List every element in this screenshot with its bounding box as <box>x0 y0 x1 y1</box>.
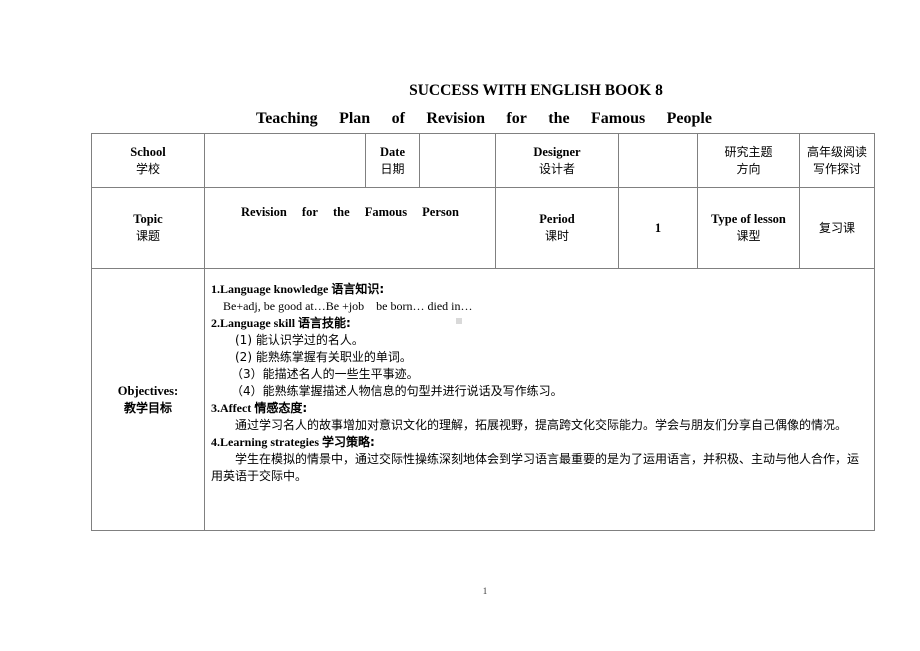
school-label-en: School <box>130 144 166 159</box>
date-label-zh: 日期 <box>380 161 405 176</box>
plan-title-word: People <box>666 110 712 127</box>
lesson-type-label-cell: Type of lesson 课型 <box>697 187 800 269</box>
objectives-label-cell: Objectives: 教学目标 <box>91 268 205 531</box>
topic-word: Famous <box>364 205 408 219</box>
date-label-en: Date <box>380 144 405 159</box>
strategy-heading-en: 4.Learning strategies <box>211 435 322 449</box>
period-label-en: Period <box>539 212 575 226</box>
lesson-type-label-zh: 课型 <box>736 229 761 243</box>
skill-item: （3）能描述名人的一些生平事迹。 <box>231 367 419 381</box>
affect-heading-en: 3.Affect <box>211 401 255 415</box>
skill-item: （4）能熟练掌握描述人物信息的句型并进行说话及写作练习。 <box>231 384 563 398</box>
strategy-heading: 4.Learning strategies 学习策略: <box>211 434 868 451</box>
topic-word: for <box>301 205 318 219</box>
skill-item: (1) 能认识学过的名人。 <box>235 333 364 347</box>
school-value-cell[interactable] <box>204 133 366 188</box>
skill-heading: 2.Language skill 语言技能: <box>211 315 868 332</box>
strategy-heading-zh: 学习策略: <box>321 435 375 449</box>
topic-label-cell: Topic 课题 <box>91 187 205 269</box>
skill-item: (2) 能熟练掌握有关职业的单词。 <box>235 350 412 364</box>
book-title: SUCCESS WITH ENGLISH BOOK 8 <box>409 82 663 99</box>
research-label-cell: 研究主题 方向 <box>697 133 800 188</box>
objectives-content-cell: 1.Language knowledge 语言知识: Be+adj, be go… <box>204 268 875 531</box>
designer-label-cell: Designer 设计者 <box>495 133 619 188</box>
topic-label-zh: 课题 <box>135 229 160 243</box>
period-label-zh: 课时 <box>544 229 569 243</box>
topic-word: the <box>332 205 350 219</box>
period-value-cell: 1 <box>618 187 698 269</box>
topic-value-cell: Revision for the Famous Person <box>204 187 496 269</box>
topic-value: Revision for the Famous Person <box>241 204 459 221</box>
date-value-cell[interactable] <box>419 133 496 188</box>
affect-heading-zh: 情感态度: <box>254 401 308 415</box>
plan-title-word: Revision <box>426 110 485 127</box>
objectives-label-zh: 教学目标 <box>123 400 172 415</box>
knowledge-text: Be+adj, be good at…Be +job be born… died… <box>223 299 473 313</box>
knowledge-heading-en: 1.Language knowledge <box>211 282 332 296</box>
table-row-objectives: Objectives: 教学目标 1.Language knowledge 语言… <box>91 268 875 531</box>
school-label-zh: 学校 <box>135 161 160 176</box>
plan-title-word: the <box>548 110 570 127</box>
strategy-text: 学生在模拟的情景中，通过交际性操练深刻地体会到学习语言最重要的是为了运用语言，并… <box>211 452 860 483</box>
plan-title: Teaching Plan of Revision for the Famous… <box>256 110 712 128</box>
plan-title-word: for <box>506 110 527 127</box>
placeholder-marker <box>456 318 462 324</box>
lesson-type-label-en: Type of lesson <box>711 212 786 226</box>
research-label-line2: 方向 <box>736 161 761 176</box>
table-row-topic: Topic 课题 Revision for the Famous Person … <box>91 187 875 269</box>
research-value-cell: 高年级阅读写作探讨 <box>799 133 875 188</box>
date-label-cell: Date 日期 <box>365 133 420 188</box>
school-label-cell: School 学校 <box>91 133 205 188</box>
designer-label-zh: 设计者 <box>538 161 575 176</box>
affect-heading: 3.Affect 情感态度: <box>211 400 868 417</box>
plan-title-word: of <box>391 110 405 127</box>
designer-value-cell[interactable] <box>618 133 698 188</box>
page-number: 1 <box>482 586 488 596</box>
teaching-plan-table: School 学校 Date 日期 Designer 设计者 研究主题 方向 高… <box>91 133 875 531</box>
plan-title-word: Teaching <box>256 110 318 127</box>
skill-heading-zh: 语言技能: <box>298 316 351 330</box>
skill-heading-en: 2.Language skill <box>211 316 299 330</box>
knowledge-heading: 1.Language knowledge 语言知识: <box>211 281 868 298</box>
topic-word: Revision <box>241 205 287 219</box>
lesson-type-value-cell: 复习课 <box>799 187 875 269</box>
plan-title-word: Plan <box>339 110 371 127</box>
objectives-label-en: Objectives: <box>117 383 179 398</box>
topic-word: Person <box>422 205 459 219</box>
affect-text: 通过学习名人的故事增加对意识文化的理解，拓展视野，提高跨文化交际能力。学会与朋友… <box>235 418 848 432</box>
knowledge-heading-zh: 语言知识: <box>331 282 385 296</box>
plan-title-word: Famous <box>590 110 646 127</box>
topic-label-en: Topic <box>133 212 163 226</box>
period-label-cell: Period 课时 <box>495 187 619 269</box>
designer-label-en: Designer <box>533 144 581 159</box>
table-row-school: School 学校 Date 日期 Designer 设计者 研究主题 方向 高… <box>91 133 875 188</box>
research-label-line1: 研究主题 <box>724 144 773 159</box>
